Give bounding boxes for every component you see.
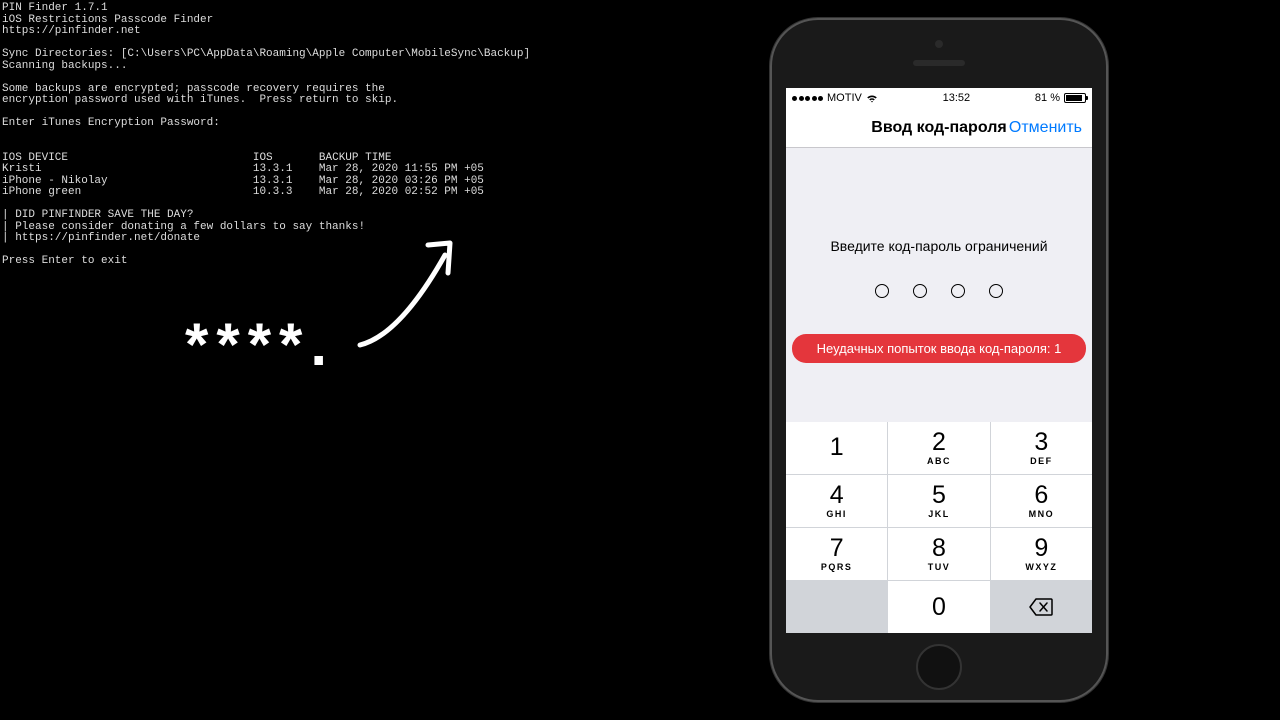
key-5[interactable]: 5 JKL — [888, 475, 989, 527]
phone-earpiece — [913, 60, 965, 66]
battery-icon — [1064, 93, 1086, 103]
key-1[interactable]: 1 — [786, 422, 887, 474]
pin-entry-dots — [786, 284, 1092, 298]
key-7[interactable]: 7 PQRS — [786, 528, 887, 580]
table-row: iPhone - Nikolay 13.3.1 Mar 28, 2020 03:… — [2, 175, 484, 187]
pin-dot — [875, 284, 889, 298]
cancel-button[interactable]: Отменить — [1009, 119, 1082, 137]
clock-label: 13:52 — [943, 92, 971, 104]
home-button[interactable] — [916, 644, 962, 690]
key-9[interactable]: 9 WXYZ — [991, 528, 1092, 580]
pin-dot — [989, 284, 1003, 298]
prompt-area: Введите код-пароль ограничений Неудачных… — [786, 148, 1092, 363]
pin-dot — [913, 284, 927, 298]
arrow-icon — [350, 225, 500, 375]
battery-pct-label: 81 % — [1035, 92, 1060, 104]
phone-screen: MOTIV 13:52 81 % Ввод код-пароля Отменит… — [786, 88, 1092, 633]
pin-dot — [951, 284, 965, 298]
page-title: Ввод код-пароля — [871, 119, 1006, 137]
key-6[interactable]: 6 MNO — [991, 475, 1092, 527]
key-2[interactable]: 2 ABC — [888, 422, 989, 474]
table-row: iPhone green 10.3.3 Mar 28, 2020 02:52 P… — [2, 186, 484, 198]
key-backspace[interactable] — [991, 581, 1092, 633]
nav-bar: Ввод код-пароля Отменить — [786, 108, 1092, 148]
table-row: Kristi 13.3.1 Mar 28, 2020 11:55 PM +05 — [2, 163, 484, 175]
key-0[interactable]: 0 — [888, 581, 989, 633]
phone-camera-dot — [935, 40, 943, 48]
phone-mockup: MOTIV 13:52 81 % Ввод код-пароля Отменит… — [770, 18, 1108, 702]
error-pill: Неудачных попыток ввода код-пароля: 1 — [792, 334, 1086, 363]
key-3[interactable]: 3 DEF — [991, 422, 1092, 474]
key-4[interactable]: 4 GHI — [786, 475, 887, 527]
numeric-keypad: 1 2 ABC 3 DEF 4 GHI 5 JKL 6 MNO — [786, 422, 1092, 633]
table-header: IOS DEVICE IOS BACKUP TIME — [2, 152, 392, 164]
key-empty — [786, 581, 887, 633]
carrier-label: MOTIV — [827, 92, 862, 104]
wifi-icon — [866, 94, 878, 103]
signal-dots-icon — [792, 96, 823, 101]
annotation-stars: ****. — [185, 310, 335, 379]
status-bar: MOTIV 13:52 81 % — [786, 88, 1092, 108]
prompt-text: Введите код-пароль ограничений — [786, 238, 1092, 254]
key-8[interactable]: 8 TUV — [888, 528, 989, 580]
backspace-icon — [1029, 598, 1053, 616]
